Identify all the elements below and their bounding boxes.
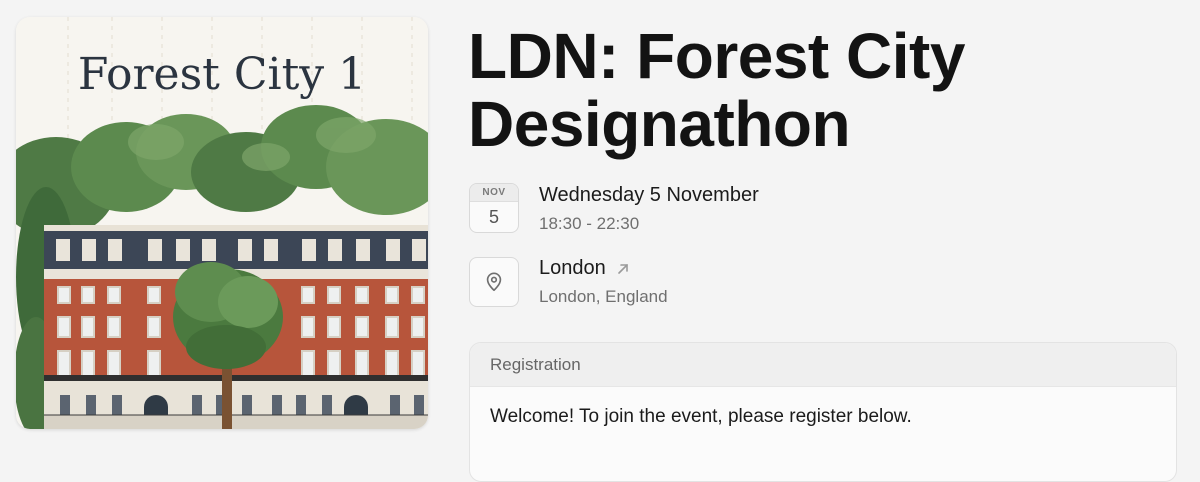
registration-message: Welcome! To join the event, please regis… xyxy=(490,406,912,427)
event-cover-image: Forest City 1 xyxy=(16,17,428,429)
date-month: NOV xyxy=(470,184,518,202)
cover-title: Forest City 1 xyxy=(78,49,366,100)
location-icon-box xyxy=(469,257,519,307)
map-pin-icon xyxy=(486,272,502,292)
event-title-line1: LDN: Forest City xyxy=(468,20,965,92)
location-region: London, England xyxy=(539,287,668,306)
location-name[interactable]: London xyxy=(539,257,606,280)
registration-header: Registration xyxy=(470,343,1176,387)
registration-card: Registration Welcome! To join the event,… xyxy=(469,342,1177,482)
event-title: LDN: Forest City Designathon xyxy=(468,22,1168,158)
date-day: 5 xyxy=(488,207,499,227)
location-link[interactable]: London xyxy=(539,257,630,280)
calendar-date-badge: NOV 5 xyxy=(469,183,519,233)
event-time: 18:30 - 22:30 xyxy=(539,214,640,233)
arrow-up-right-icon[interactable] xyxy=(616,262,630,276)
event-date: Wednesday 5 November xyxy=(539,184,759,206)
event-title-line2: Designathon xyxy=(468,88,851,160)
